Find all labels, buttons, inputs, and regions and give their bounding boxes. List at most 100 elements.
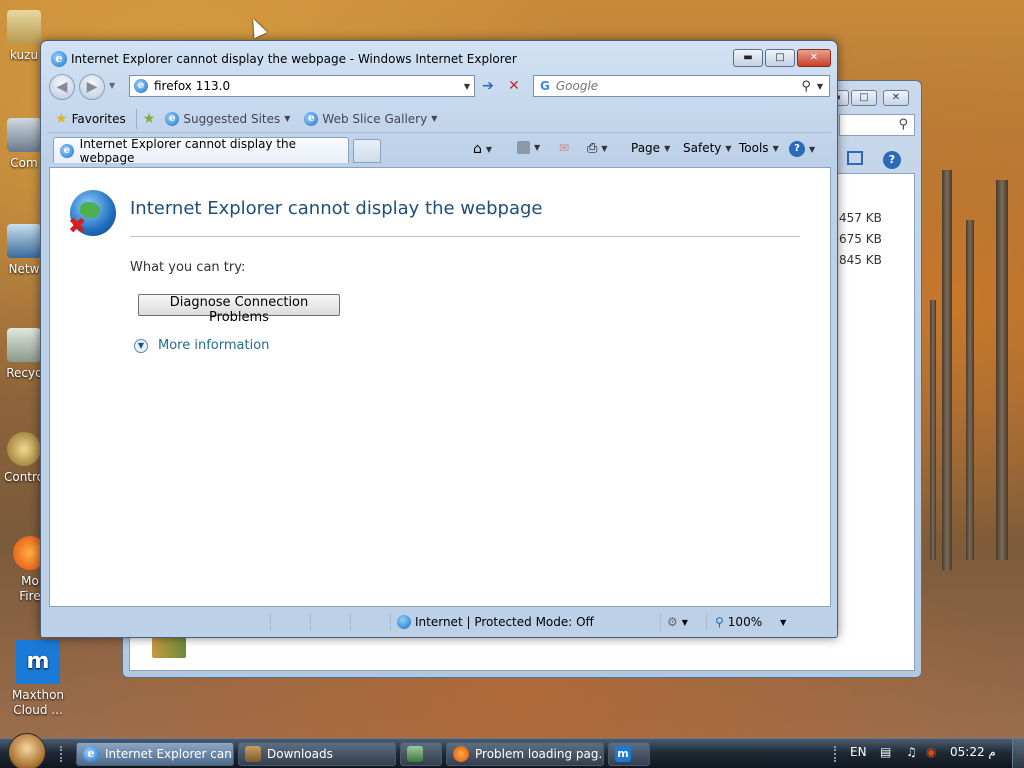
clock[interactable]: 05:22 م (950, 745, 996, 759)
more-information-label: More information (158, 338, 270, 353)
favorites-label: Favorites (71, 111, 126, 126)
file-size: 845 KB (839, 253, 882, 267)
chevron-down-icon: ▼ (809, 144, 816, 154)
folder-icon (7, 10, 41, 44)
shield-icon: ⚙ (667, 615, 678, 629)
window-title: e Internet Explorer cannot display the w… (51, 51, 517, 67)
recycle-bin-icon (7, 328, 41, 362)
ie-logo-icon: e (51, 51, 67, 67)
zoom-button[interactable]: ⚲ 100% ▼ (707, 615, 786, 629)
suggested-sites-button[interactable]: e Suggested Sites ▼ (161, 110, 294, 128)
firefox-icon (453, 746, 469, 762)
taskbar-item-firefox[interactable]: Problem loading pag... (446, 742, 604, 766)
ie-window[interactable]: e Internet Explorer cannot display the w… (40, 40, 838, 638)
status-pane (271, 613, 311, 631)
go-button[interactable]: ➔ (477, 76, 499, 96)
tab-title: Internet Explorer cannot display the web… (79, 136, 297, 165)
chevron-down-icon: ▼ (725, 143, 732, 153)
tools-menu[interactable]: Tools ▼ (739, 141, 779, 155)
address-value: firefox 113.0 (154, 79, 231, 93)
taskbar-item-media[interactable] (400, 742, 442, 766)
stop-button[interactable]: ✕ (503, 76, 525, 96)
preview-pane-icon[interactable] (847, 151, 863, 165)
window-title-text: Internet Explorer cannot display the web… (71, 52, 517, 66)
start-button[interactable] (8, 733, 46, 768)
close-button[interactable]: ✕ (883, 90, 909, 106)
language-indicator[interactable]: EN (850, 745, 867, 759)
minimize-button[interactable]: ▬ (733, 49, 763, 67)
taskbar-item-downloads[interactable]: Downloads (238, 742, 396, 766)
search-icon[interactable]: ⚲ (801, 79, 811, 94)
ie-page-icon: e (165, 111, 180, 126)
control-panel-icon (7, 432, 41, 466)
chevron-down-icon[interactable]: ▼ (460, 82, 474, 91)
file-size: 675 KB (839, 232, 882, 246)
computer-icon (7, 118, 41, 152)
page-content: ✖ Internet Explorer cannot display the w… (49, 167, 831, 607)
chevron-down-icon: ▼ (485, 144, 493, 154)
search-input[interactable]: ⚲ (839, 114, 915, 136)
ie-logo-icon: e (83, 746, 99, 762)
zoom-level: 100% (727, 615, 763, 629)
mouse-cursor-icon (246, 15, 268, 39)
chevron-down-icon: ▼ (284, 114, 291, 123)
taskbar-item-ie[interactable]: e Internet Explorer can... (76, 742, 234, 766)
more-information-link[interactable]: ▼ More information (134, 338, 269, 353)
status-text (49, 613, 271, 631)
tab-current[interactable]: e Internet Explorer cannot display the w… (53, 136, 349, 165)
network-icon (7, 224, 41, 258)
print-button[interactable]: ⎙ ▼ (587, 141, 608, 156)
security-zone-label: Internet | Protected Mode: Off (415, 615, 594, 629)
chevron-down-icon: ▼ (681, 617, 688, 627)
recent-pages-dropdown[interactable]: ▼ (109, 81, 115, 90)
chevron-down-icon: ▼ (772, 143, 779, 153)
taskbar-item-maxthon[interactable]: m (608, 742, 650, 766)
ie-page-icon: e (60, 143, 74, 158)
search-input[interactable] (555, 79, 796, 93)
chevron-down-icon: ▼ (601, 144, 608, 153)
forward-button[interactable]: ▶ (79, 74, 105, 100)
diagnose-connection-button[interactable]: Diagnose Connection Problems (138, 294, 340, 325)
new-tab-button[interactable] (353, 139, 381, 163)
maximize-button[interactable]: □ (765, 49, 795, 67)
page-icon: e (134, 79, 148, 93)
safety-menu[interactable]: Safety ▼ (683, 141, 732, 155)
show-desktop-button[interactable] (1012, 739, 1024, 768)
favorites-bar: ★ Favorites ★ e Suggested Sites ▼ e Web … (47, 105, 831, 133)
pop-up-blocker-button[interactable]: ⚙ ▼ (661, 613, 707, 631)
desktop-icon-maxthon-cloud[interactable]: m Maxthon Cloud ... (0, 640, 76, 718)
read-mail-button[interactable]: ✉ (559, 141, 569, 155)
taskbar-item-label: Problem loading pag... (475, 747, 604, 761)
search-options-dropdown[interactable]: ▼ (817, 82, 829, 91)
status-bar: Internet | Protected Mode: Off ⚙ ▼ ⚲ 100%… (49, 611, 831, 633)
page-title: Internet Explorer cannot display the web… (130, 198, 543, 219)
media-tray-icon[interactable]: ◉ (926, 745, 936, 759)
maximize-button[interactable]: □ (851, 90, 877, 106)
chevron-down-icon: ▼ (534, 143, 541, 152)
divider (135, 108, 137, 129)
security-zone[interactable]: Internet | Protected Mode: Off (391, 613, 661, 631)
chevron-down-icon: ▼ (664, 143, 671, 153)
network-tray-icon[interactable]: ▤ (880, 745, 891, 759)
close-button[interactable]: ✕ (797, 49, 831, 67)
home-icon: ⌂ (473, 141, 482, 157)
address-bar[interactable]: e firefox 113.0 ▼ (129, 75, 475, 97)
star-icon: ★ (55, 110, 68, 127)
back-button[interactable]: ◀ (49, 74, 75, 100)
search-box[interactable]: G ⚲ ▼ (533, 75, 830, 97)
feeds-button[interactable]: ▼ (517, 141, 540, 154)
taskbar-grip-icon (60, 746, 66, 762)
favorites-button[interactable]: ★ Favorites (51, 109, 130, 129)
help-button[interactable]: ? ▼ (789, 141, 815, 157)
taskbar-item-label: Internet Explorer can... (105, 747, 234, 761)
desktop-icon-label: Maxthon Cloud ... (11, 688, 65, 717)
add-to-favorites-icon[interactable]: ★ (143, 111, 156, 127)
divider (130, 236, 800, 237)
home-button[interactable]: ⌂ ▼ (473, 141, 492, 157)
suggested-sites-label: Suggested Sites (183, 111, 281, 126)
page-menu[interactable]: Page ▼ (631, 141, 670, 155)
web-slice-gallery-button[interactable]: e Web Slice Gallery ▼ (300, 110, 441, 128)
downloads-folder-icon (245, 746, 261, 762)
help-icon[interactable]: ? (883, 151, 901, 169)
volume-tray-icon[interactable]: ♫ (906, 745, 917, 759)
